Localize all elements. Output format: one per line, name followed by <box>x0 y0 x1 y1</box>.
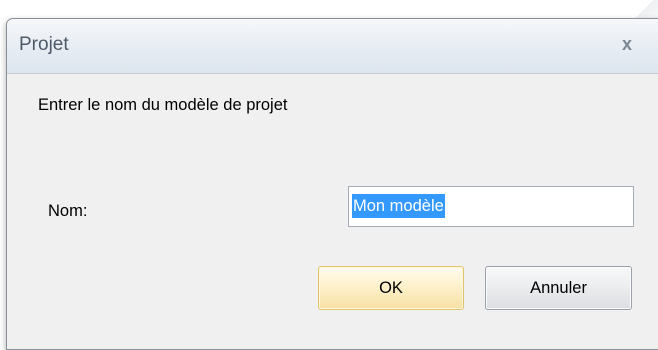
dialog-title: Projet <box>19 34 69 55</box>
cancel-button[interactable]: Annuler <box>485 266 632 310</box>
name-input[interactable]: Mon modèle <box>348 186 634 227</box>
prompt-text: Entrer le nom du modèle de projet <box>38 96 288 114</box>
project-dialog: Projet x Entrer le nom du modèle de proj… <box>6 18 658 350</box>
close-icon[interactable]: x <box>612 31 642 57</box>
title-bar[interactable]: Projet x <box>7 19 658 74</box>
name-label: Nom: <box>48 202 88 220</box>
ok-button[interactable]: OK <box>318 266 464 310</box>
name-input-value: Mon modèle <box>352 194 445 218</box>
